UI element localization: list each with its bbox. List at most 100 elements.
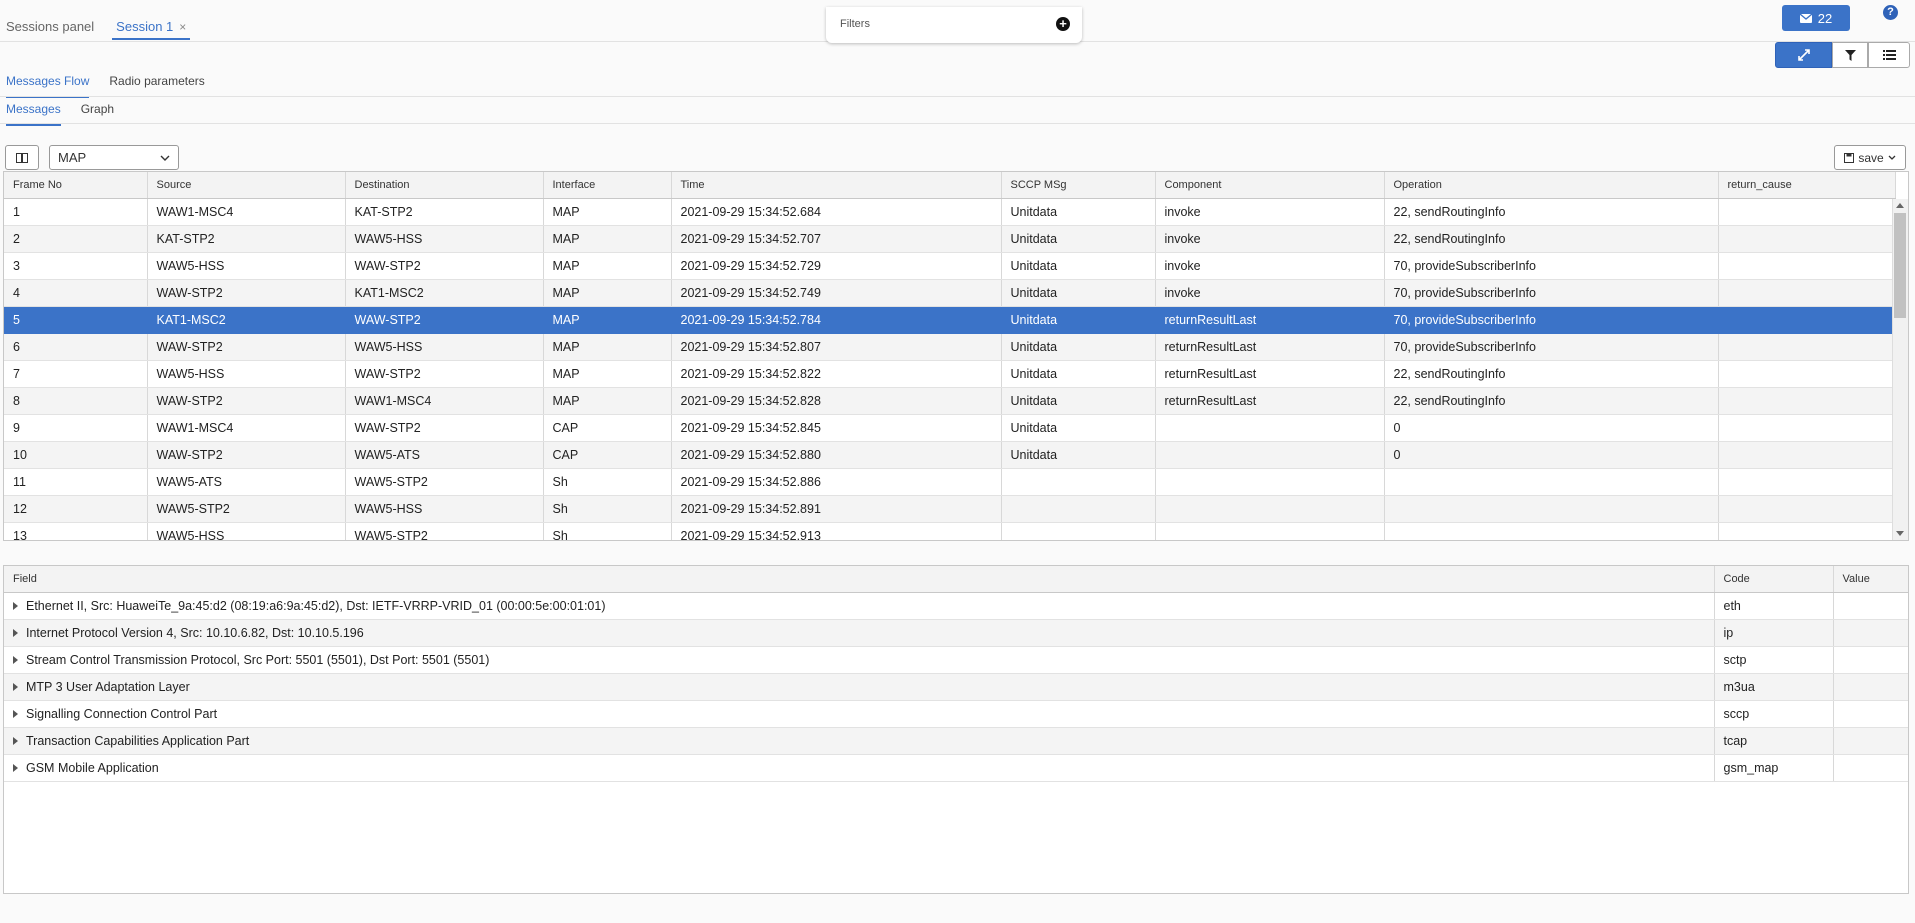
tab-graph[interactable]: Graph <box>81 98 114 126</box>
table-cell: WAW-STP2 <box>147 441 346 469</box>
table-cell: ip <box>1714 619 1834 647</box>
scroll-up-icon[interactable] <box>1896 203 1904 208</box>
table-cell: MAP <box>543 333 672 361</box>
tab-sessions-panel[interactable]: Sessions panel <box>6 10 94 40</box>
cell-text: ip <box>1723 626 1734 640</box>
expand-arrow-icon[interactable] <box>13 601 18 610</box>
cell-text: MTP 3 User Adaptation Layer <box>26 680 190 694</box>
column-header[interactable]: Interface <box>543 172 672 199</box>
cell-text: GSM Mobile Application <box>26 761 159 775</box>
column-header[interactable]: Field <box>4 566 1715 593</box>
save-button[interactable]: save <box>1834 145 1906 170</box>
messages-count-button[interactable]: 22 <box>1782 5 1850 31</box>
table-row[interactable]: 5 KAT1-MSC2 WAW-STP2 MAP 2021-09-29 15:34:52… <box>4 306 1896 334</box>
column-header[interactable]: SCCP MSg <box>1001 172 1156 199</box>
funnel-icon <box>1844 49 1856 61</box>
protocol-select[interactable]: MAP <box>49 145 179 170</box>
table-cell: 2021-09-29 15:34:52.845 <box>671 414 1002 442</box>
help-icon[interactable]: ? <box>1883 5 1898 20</box>
table-row[interactable]: 2 KAT-STP2 WAW5-HSS MAP 2021-09-29 15:34:52.… <box>4 225 1896 253</box>
table-cell: WAW-STP2 <box>345 252 544 280</box>
column-header[interactable]: Value <box>1833 566 1908 593</box>
table-row[interactable]: Internet Protocol Version 4, Src: 10.10.… <box>4 619 1908 647</box>
table-cell: Sh <box>543 522 672 540</box>
table-cell: KAT-STP2 <box>147 225 346 253</box>
table-cell <box>1833 592 1908 620</box>
table-cell: 4 <box>4 279 148 307</box>
table-row[interactable]: 10 WAW-STP2 WAW5-ATS CAP 2021-09-29 15:34:52… <box>4 441 1896 469</box>
table-row[interactable]: 12 WAW5-STP2 WAW5-HSS Sh 2021-09-29 15:34:52… <box>4 495 1896 523</box>
table-row[interactable]: Ethernet II, Src: HuaweiTe_9a:45:d2 (08:… <box>4 592 1908 620</box>
table-row[interactable]: 6 WAW-STP2 WAW5-HSS MAP 2021-09-29 15:34:52.… <box>4 333 1896 361</box>
table-row[interactable]: MTP 3 User Adaptation Layer m3ua <box>4 673 1908 701</box>
expand-arrow-icon[interactable] <box>13 655 18 664</box>
expand-arrow-icon[interactable] <box>13 682 18 691</box>
table-cell <box>1833 700 1908 728</box>
table-row[interactable]: GSM Mobile Application gsm_map <box>4 754 1908 782</box>
column-header[interactable]: Code <box>1714 566 1834 593</box>
column-toggle-button[interactable] <box>5 145 39 170</box>
table-cell <box>1384 468 1719 496</box>
table-row[interactable]: 3 WAW5-HSS WAW-STP2 MAP 2021-09-29 15:34:52.… <box>4 252 1896 280</box>
table-cell <box>1718 225 1896 253</box>
table-cell: 22, sendRoutingInfo <box>1384 387 1719 415</box>
table-cell <box>1155 468 1385 496</box>
table-row[interactable]: 13 WAW5-HSS WAW5-STP2 Sh 2021-09-29 15:34:52… <box>4 522 1896 540</box>
column-header[interactable]: Component <box>1155 172 1385 199</box>
column-header[interactable]: Operation <box>1384 172 1719 199</box>
table-cell: WAW5-HSS <box>147 252 346 280</box>
table-cell: 5 <box>4 306 148 334</box>
table-row[interactable]: 4 WAW-STP2 KAT1-MSC2 MAP 2021-09-29 15:34:52… <box>4 279 1896 307</box>
table-cell: KAT1-MSC2 <box>345 279 544 307</box>
column-header[interactable]: Frame No <box>4 172 148 199</box>
close-icon[interactable]: × <box>179 20 186 34</box>
table-row[interactable]: 1 WAW1-MSC4 KAT-STP2 MAP 2021-09-29 15:34:52… <box>4 198 1896 226</box>
table-row[interactable]: 9 WAW1-MSC4 WAW-STP2 CAP 2021-09-29 15:34:52… <box>4 414 1896 442</box>
protocol-select-value: MAP <box>58 150 87 165</box>
expand-arrow-icon[interactable] <box>13 709 18 718</box>
table-row[interactable]: 7 WAW5-HSS WAW-STP2 MAP 2021-09-29 15:34:52.… <box>4 360 1896 388</box>
table-cell: 2021-09-29 15:34:52.880 <box>671 441 1002 469</box>
table-row[interactable]: Transaction Capabilities Application Par… <box>4 727 1908 755</box>
table-cell: Sh <box>543 495 672 523</box>
packet-details-grid: Field Code Value Ethernet II, Src: HuaweiT… <box>3 565 1909 894</box>
column-header[interactable]: Time <box>671 172 1002 199</box>
table-cell: MTP 3 User Adaptation Layer <box>4 673 1715 701</box>
messages-count: 22 <box>1817 10 1833 26</box>
view-toolbar <box>1775 42 1910 68</box>
table-cell: 70, provideSubscriberInfo <box>1384 252 1719 280</box>
scroll-down-icon[interactable] <box>1896 531 1904 536</box>
table-cell: WAW5-HSS <box>345 333 544 361</box>
table-cell: 2021-09-29 15:34:52.822 <box>671 360 1002 388</box>
expand-arrow-icon[interactable] <box>13 736 18 745</box>
table-row[interactable]: 11 WAW5-ATS WAW5-STP2 Sh 2021-09-29 15:34:52… <box>4 468 1896 496</box>
column-header[interactable]: Source <box>147 172 346 199</box>
table-cell: 2021-09-29 15:34:52.913 <box>671 522 1002 540</box>
column-header[interactable]: return_cause <box>1718 172 1896 199</box>
table-cell: 6 <box>4 333 148 361</box>
expand-arrow-icon[interactable] <box>13 763 18 772</box>
filters-label: Filters <box>840 18 870 30</box>
column-header[interactable]: Destination <box>345 172 544 199</box>
expand-button[interactable] <box>1775 42 1832 68</box>
filters-panel[interactable]: Filters + <box>826 7 1082 43</box>
table-cell: 2021-09-29 15:34:52.886 <box>671 468 1002 496</box>
tab-radio-parameters[interactable]: Radio parameters <box>109 70 204 98</box>
table-row[interactable]: 8 WAW-STP2 WAW1-MSC4 MAP 2021-09-29 15:34:52… <box>4 387 1896 415</box>
scroll-thumb[interactable] <box>1894 213 1906 318</box>
expand-arrow-icon[interactable] <box>13 628 18 637</box>
tab-messages-flow[interactable]: Messages Flow <box>6 70 90 98</box>
add-filter-icon[interactable]: + <box>1056 17 1070 31</box>
table-cell <box>1833 727 1908 755</box>
tab-session-1[interactable]: Session 1 × <box>112 10 191 40</box>
vertical-scrollbar[interactable] <box>1892 199 1908 540</box>
table-cell <box>1155 495 1385 523</box>
tab-messages[interactable]: Messages <box>6 98 61 126</box>
table-row[interactable]: Stream Control Transmission Protocol, Sr… <box>4 646 1908 674</box>
table-row[interactable]: Signalling Connection Control Part sccp <box>4 700 1908 728</box>
table-cell: returnResultLast <box>1155 333 1385 361</box>
table-cell <box>1718 441 1896 469</box>
table-cell: 2021-09-29 15:34:52.828 <box>671 387 1002 415</box>
list-view-button[interactable] <box>1868 42 1910 68</box>
filter-button[interactable] <box>1832 42 1868 68</box>
